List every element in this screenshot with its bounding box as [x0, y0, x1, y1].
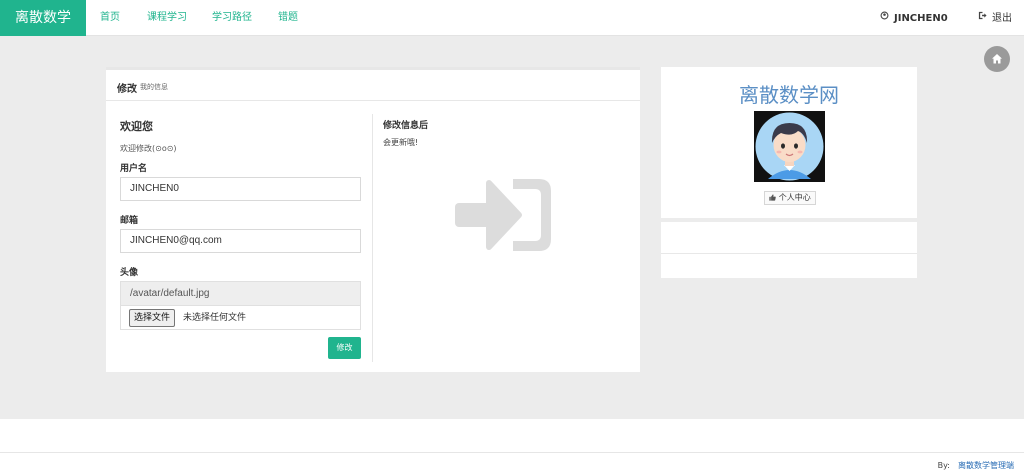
- personal-center-label: 个人中心: [778, 193, 811, 202]
- nav-item-course[interactable]: 课程学习: [147, 0, 187, 36]
- footer: By: 离散数学管理端: [0, 452, 1024, 475]
- logout-label: 退出: [992, 13, 1012, 24]
- footer-credit: By: 离散数学管理端: [938, 460, 1014, 471]
- welcome-subtext: 欢迎修改(⊙o⊙): [120, 144, 177, 153]
- footer-by-label: By:: [937, 461, 950, 470]
- card-separator: [661, 218, 917, 222]
- info-subtext: 会更新哦!: [383, 138, 419, 147]
- panel-subtitle: 我的信息: [140, 83, 168, 91]
- email-label: 邮箱: [120, 216, 139, 226]
- info-title: 修改信息后: [383, 121, 429, 131]
- footer-admin-link[interactable]: 离散数学管理端: [958, 461, 1014, 470]
- edit-profile-panel: 修改 我的信息 欢迎您 欢迎修改(⊙o⊙) 用户名 JINCHEN0 邮箱 JI…: [106, 67, 640, 372]
- email-input[interactable]: JINCHEN0@qq.com: [120, 229, 361, 253]
- username-label: 用户名: [120, 164, 148, 174]
- home-icon: [992, 54, 1002, 64]
- home-button[interactable]: [984, 46, 1010, 72]
- personal-center-button[interactable]: 个人中心: [764, 191, 816, 205]
- file-status: 未选择任何文件: [183, 313, 247, 323]
- thumbs-up-icon: [769, 194, 776, 201]
- sign-in-icon: [455, 173, 555, 261]
- nav-user[interactable]: JINCHEN0: [880, 0, 948, 36]
- site-title: 离散数学网: [739, 83, 839, 107]
- submit-button[interactable]: 修改: [328, 337, 361, 359]
- user-card: 离散数学网 个人中心: [661, 67, 917, 278]
- footer-band: [0, 419, 1024, 452]
- brand-logo[interactable]: 离散数学: [0, 0, 86, 36]
- nav-item-home[interactable]: 首页: [100, 0, 120, 36]
- panel-title: 修改: [117, 84, 137, 95]
- avatar: [754, 111, 825, 182]
- nav-item-path[interactable]: 学习路径: [212, 0, 252, 36]
- username-input[interactable]: JINCHEN0: [120, 177, 361, 201]
- card-row-divider: [661, 253, 917, 254]
- sign-out-icon: [978, 0, 987, 36]
- column-divider: [372, 114, 373, 362]
- user-icon: [880, 0, 889, 36]
- file-upload: 选择文件 未选择任何文件: [120, 306, 361, 330]
- nav-item-mistakes[interactable]: 错题: [278, 0, 298, 36]
- welcome-heading: 欢迎您: [120, 120, 153, 133]
- avatar-path-field: /avatar/default.jpg: [120, 281, 361, 306]
- avatar-label: 头像: [120, 268, 139, 278]
- choose-file-button[interactable]: 选择文件: [129, 309, 176, 327]
- logout-link[interactable]: 退出: [978, 0, 1012, 36]
- panel-header: 修改 我的信息: [106, 70, 640, 101]
- nav-user-name: JINCHEN0: [894, 13, 948, 24]
- top-navbar: 离散数学 首页 课程学习 学习路径 错题 JINCHEN0 退出: [0, 0, 1024, 36]
